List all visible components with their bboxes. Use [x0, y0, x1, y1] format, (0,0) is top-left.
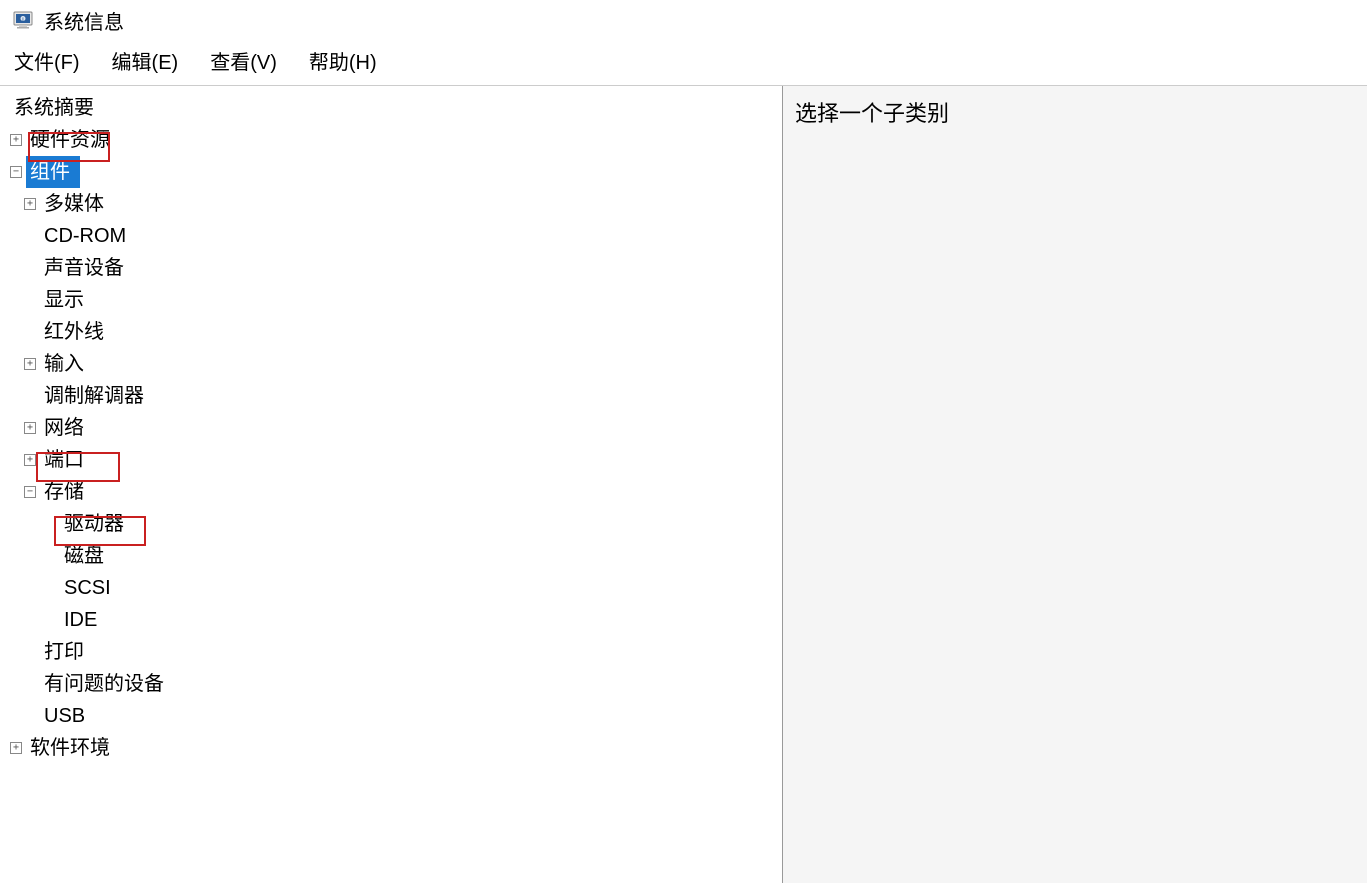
tree-node-cdrom[interactable]: CD-ROM [4, 220, 778, 252]
tree-node-disks[interactable]: 磁盘 [4, 540, 778, 572]
tree-node-system-summary[interactable]: 系统摘要 [4, 92, 778, 124]
node-label: 端口 [40, 444, 88, 476]
tree-node-storage[interactable]: − 存储 [4, 476, 778, 508]
spacer [24, 230, 36, 242]
tree-node-usb[interactable]: USB [4, 700, 778, 732]
node-label: 磁盘 [60, 540, 108, 572]
tree-node-problem-devices[interactable]: 有问题的设备 [4, 668, 778, 700]
node-label: 有问题的设备 [40, 668, 168, 700]
menu-file[interactable]: 文件(F) [8, 44, 86, 77]
tree-pane[interactable]: 系统摘要 + 硬件资源 − 组件 + 多媒体 CD-ROM 声音设备 [0, 86, 783, 883]
tree-node-drives[interactable]: 驱动器 [4, 508, 778, 540]
content-area: 系统摘要 + 硬件资源 − 组件 + 多媒体 CD-ROM 声音设备 [0, 85, 1367, 883]
app-icon: i [12, 10, 36, 30]
node-label: 多媒体 [40, 188, 108, 220]
node-label: 声音设备 [40, 252, 128, 284]
spacer [24, 390, 36, 402]
expand-icon[interactable]: + [24, 358, 36, 370]
spacer [44, 614, 56, 626]
node-label: SCSI [60, 572, 115, 604]
spacer [24, 710, 36, 722]
tree-node-ports[interactable]: + 端口 [4, 444, 778, 476]
menu-help[interactable]: 帮助(H) [303, 44, 383, 77]
spacer [24, 678, 36, 690]
tree-node-software-environment[interactable]: + 软件环境 [4, 732, 778, 764]
tree-node-display[interactable]: 显示 [4, 284, 778, 316]
title-bar: i 系统信息 [0, 0, 1367, 40]
node-label: 硬件资源 [26, 124, 114, 156]
menu-bar: 文件(F) 编辑(E) 查看(V) 帮助(H) [0, 40, 1367, 85]
expand-icon[interactable]: + [24, 454, 36, 466]
spacer [44, 518, 56, 530]
menu-view[interactable]: 查看(V) [204, 44, 283, 77]
spacer [24, 262, 36, 274]
node-label: 驱动器 [60, 508, 128, 540]
collapse-icon[interactable]: − [24, 486, 36, 498]
node-label: 输入 [40, 348, 88, 380]
node-label: USB [40, 700, 89, 732]
tree-node-modem[interactable]: 调制解调器 [4, 380, 778, 412]
tree-node-network[interactable]: + 网络 [4, 412, 778, 444]
expand-icon[interactable]: + [10, 134, 22, 146]
node-label: CD-ROM [40, 220, 130, 252]
tree-node-ide[interactable]: IDE [4, 604, 778, 636]
tree-node-hardware-resources[interactable]: + 硬件资源 [4, 124, 778, 156]
node-label: 红外线 [40, 316, 108, 348]
node-label: 系统摘要 [10, 92, 98, 124]
expand-icon[interactable]: + [24, 198, 36, 210]
tree-node-input[interactable]: + 输入 [4, 348, 778, 380]
spacer [24, 646, 36, 658]
expand-icon[interactable]: + [10, 742, 22, 754]
spacer [24, 294, 36, 306]
node-label: 网络 [40, 412, 88, 444]
menu-edit[interactable]: 编辑(E) [106, 44, 185, 77]
spacer [44, 550, 56, 562]
node-label: 软件环境 [26, 732, 114, 764]
node-label: IDE [60, 604, 101, 636]
detail-pane: 选择一个子类别 [783, 86, 1367, 883]
node-label: 显示 [40, 284, 88, 316]
tree-node-scsi[interactable]: SCSI [4, 572, 778, 604]
node-label: 调制解调器 [40, 380, 148, 412]
spacer [24, 326, 36, 338]
tree-node-sound-device[interactable]: 声音设备 [4, 252, 778, 284]
tree-node-printing[interactable]: 打印 [4, 636, 778, 668]
tree-node-components[interactable]: − 组件 [4, 156, 778, 188]
tree-node-multimedia[interactable]: + 多媒体 [4, 188, 778, 220]
expand-icon[interactable]: + [24, 422, 36, 434]
collapse-icon[interactable]: − [10, 166, 22, 178]
node-label: 打印 [40, 636, 88, 668]
node-label-selected: 组件 [26, 156, 80, 188]
node-label: 存储 [40, 476, 88, 508]
detail-message: 选择一个子类别 [795, 96, 1355, 128]
tree-node-infrared[interactable]: 红外线 [4, 316, 778, 348]
spacer [44, 582, 56, 594]
window-title: 系统信息 [44, 6, 124, 35]
